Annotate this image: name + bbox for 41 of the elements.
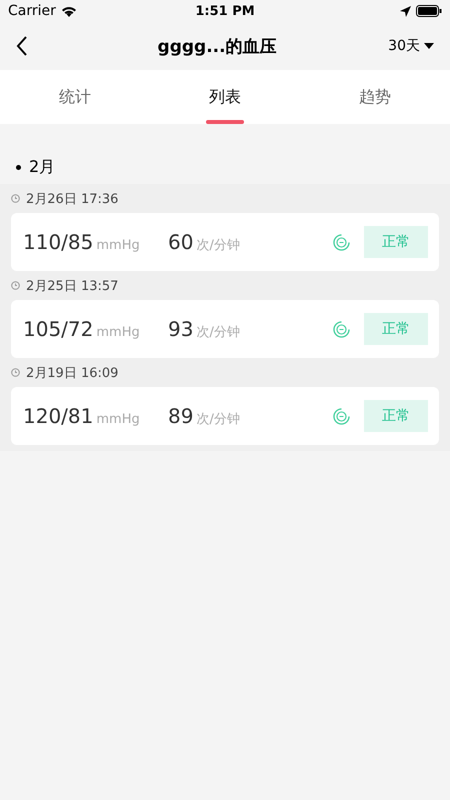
record-card[interactable]: 110/85 mmHg 60 次/分钟 正常: [11, 213, 439, 271]
pulse-unit: 次/分钟: [196, 324, 240, 341]
section-header: 2月: [29, 156, 56, 178]
blood-pressure-value: 105/72: [23, 317, 94, 341]
record-time: 2月25日 13:57: [26, 278, 118, 294]
record-time: 2月19日 16:09: [26, 364, 118, 382]
record-card[interactable]: 120/81 mmHg 89 次/分钟 正常: [11, 387, 439, 445]
status-badge: 正常: [364, 400, 428, 432]
record-time: 2月26日 17:36: [26, 190, 118, 208]
clock-icon: [11, 194, 20, 203]
pressure-unit: mmHg: [96, 325, 140, 340]
gauge-icon: [333, 408, 350, 424]
pressure-unit: mmHg: [96, 412, 140, 427]
pressure-unit: mmHg: [96, 238, 140, 253]
clock-icon: [11, 368, 20, 377]
blood-pressure-value: 110/85: [23, 230, 94, 254]
clock-time: 1:51 PM: [195, 4, 255, 18]
pulse-unit: 次/分钟: [196, 237, 240, 254]
gauge-icon: [333, 320, 350, 338]
pulse-value: 89: [168, 404, 194, 428]
caret-icon: [424, 43, 434, 49]
pulse-value: 60: [168, 230, 194, 254]
back-icon: [16, 36, 28, 56]
gauge-icon: [333, 234, 350, 250]
pulse-value: 93: [168, 317, 194, 341]
status-badge: 正常: [364, 226, 428, 258]
tab[interactable]: 统计: [0, 70, 150, 124]
clock-icon: [11, 281, 20, 290]
tab[interactable]: 趋势: [300, 70, 450, 124]
range-dropdown[interactable]: 30天: [388, 37, 434, 55]
blood-pressure-value: 120/81: [23, 404, 94, 428]
page-title: gggg...的血压: [156, 36, 278, 58]
location-icon: [400, 6, 411, 16]
tab[interactable]: 列表: [150, 70, 300, 124]
wifi-icon: [60, 5, 77, 17]
status-badge: 正常: [364, 313, 428, 345]
pulse-unit: 次/分钟: [196, 411, 240, 428]
battery-icon: [416, 5, 442, 17]
record-card[interactable]: 105/72 mmHg 93 次/分钟 正常: [11, 300, 439, 358]
bullet-icon: [16, 164, 21, 170]
carrier-label: Carrier: [8, 3, 56, 19]
